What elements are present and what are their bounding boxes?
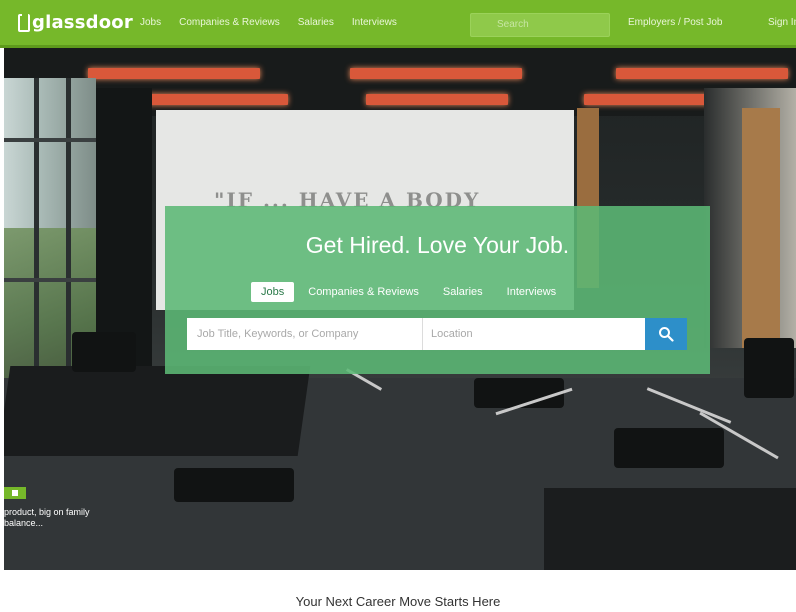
- nav-link-interviews[interactable]: Interviews: [352, 17, 397, 28]
- tab-interviews[interactable]: Interviews: [497, 282, 567, 302]
- nav-search-input[interactable]: Search: [470, 13, 610, 37]
- tab-salaries[interactable]: Salaries: [433, 282, 493, 302]
- tab-companies-reviews[interactable]: Companies & Reviews: [298, 282, 429, 302]
- ceiling-light: [366, 94, 508, 105]
- search-button[interactable]: [645, 318, 687, 350]
- conference-table: [4, 366, 311, 456]
- location-input[interactable]: [423, 318, 645, 350]
- window-frame: [34, 78, 39, 398]
- logo-mark-icon: [18, 9, 30, 32]
- window-frame: [4, 278, 96, 282]
- glassdoor-logo[interactable]: glassdoor: [18, 9, 133, 33]
- table: [544, 488, 796, 570]
- nav-links: Jobs Companies & Reviews Salaries Interv…: [140, 17, 397, 28]
- chair: [744, 338, 794, 398]
- page-tagline: Your Next Career Move Starts Here: [295, 594, 501, 609]
- window-frame: [4, 138, 96, 142]
- top-nav-bar: glassdoor Jobs Companies & Reviews Salar…: [0, 0, 796, 48]
- search-tabs: Jobs Companies & Reviews Salaries Interv…: [251, 282, 566, 302]
- search-card: Get Hired. Love Your Job. Jobs Companies…: [165, 206, 710, 374]
- nav-link-jobs[interactable]: Jobs: [140, 17, 161, 28]
- chair: [614, 428, 724, 468]
- logo-text: glassdoor: [32, 12, 133, 33]
- nav-search-placeholder: Search: [497, 19, 529, 30]
- wood-panel: [742, 108, 780, 348]
- nav-link-salaries[interactable]: Salaries: [298, 17, 334, 28]
- side-review-text: product, big on family balance...: [4, 507, 90, 528]
- chair: [174, 468, 294, 502]
- search-icon: [659, 327, 674, 342]
- ceiling-light: [616, 68, 788, 79]
- tab-jobs[interactable]: Jobs: [251, 282, 295, 302]
- sign-in-link[interactable]: Sign In: [768, 17, 796, 28]
- ceiling-light: [146, 94, 288, 105]
- chair: [72, 332, 136, 372]
- review-badge-icon: [4, 487, 26, 499]
- employers-post-job-link[interactable]: Employers / Post Job: [628, 17, 722, 28]
- ceiling-light: [350, 68, 522, 79]
- search-row: [187, 318, 687, 350]
- hero-title: Get Hired. Love Your Job.: [305, 232, 570, 258]
- side-review-card[interactable]: product, big on family balance...: [4, 483, 122, 533]
- ceiling-light: [88, 68, 260, 79]
- nav-link-companies-reviews[interactable]: Companies & Reviews: [179, 17, 280, 28]
- window-frame: [66, 78, 71, 398]
- job-keyword-input[interactable]: [187, 318, 423, 350]
